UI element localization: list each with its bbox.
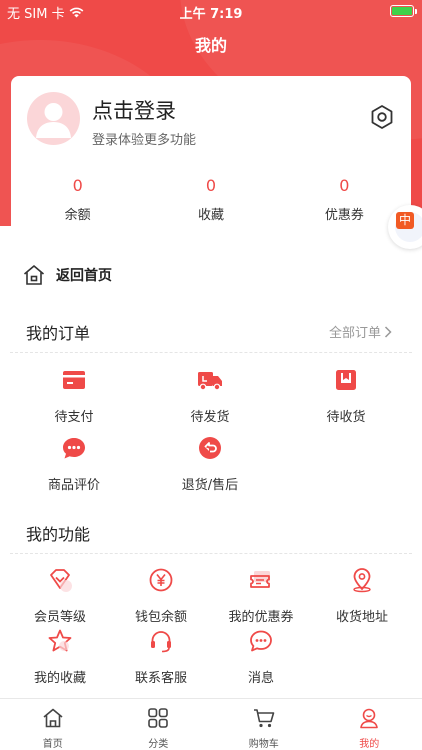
order-pending-shipment[interactable]: 待发货 <box>160 367 260 425</box>
order-label: 退货/售后 <box>181 478 239 493</box>
comment-icon <box>63 438 85 459</box>
coupon-icon <box>250 571 270 588</box>
order-review[interactable]: 商品评价 <box>24 435 124 493</box>
stats-row: 0 余额 0 收藏 0 优惠券 <box>11 176 411 223</box>
function-customer-service[interactable]: 联系客服 <box>111 628 211 686</box>
tab-home[interactable]: 首页 <box>0 699 106 750</box>
function-label: 会员等级 <box>33 610 86 625</box>
orders-title: 我的订单 <box>26 324 91 343</box>
headset-icon <box>151 631 171 653</box>
status-time: 上午 7:19 <box>179 7 243 22</box>
function-my-favorites[interactable]: 我的收藏 <box>10 628 110 686</box>
function-label: 联系客服 <box>134 671 187 686</box>
all-orders-link[interactable]: 全部订单 <box>329 322 392 341</box>
stat-value: 0 <box>339 176 350 195</box>
cart-icon <box>253 709 275 728</box>
order-return-aftersale[interactable]: 退货/售后 <box>160 435 260 493</box>
all-orders-label: 全部订单 <box>328 326 381 341</box>
divider <box>10 352 412 353</box>
status-bar: 无 SIM 卡 上午 7:19 <box>0 0 422 22</box>
yen-icon <box>149 568 173 592</box>
tab-category[interactable]: 分类 <box>106 699 212 750</box>
order-pending-receipt[interactable]: 待收货 <box>296 367 396 425</box>
profile-card: 点击登录 登录体验更多功能 0 余额 0 收藏 0 优惠券 <box>11 76 411 240</box>
stat-label: 收藏 <box>197 208 224 223</box>
function-label: 我的优惠券 <box>228 610 294 625</box>
login-subtitle: 登录体验更多功能 <box>92 133 197 148</box>
message-icon <box>250 630 272 652</box>
diamond-icon <box>50 569 72 592</box>
tab-label: 分类 <box>148 739 169 750</box>
star-icon <box>48 629 72 652</box>
truck-icon <box>198 372 222 391</box>
avatar-placeholder-icon <box>36 103 71 138</box>
user-icon <box>360 708 379 729</box>
order-label: 待收货 <box>326 410 366 425</box>
floating-assistant-button[interactable]: 中 <box>388 205 422 249</box>
home-icon <box>43 708 63 728</box>
tab-mine[interactable]: 我的 <box>317 699 422 750</box>
function-wallet-balance[interactable]: 钱包余额 <box>111 567 211 625</box>
tab-label: 首页 <box>42 739 63 750</box>
card-icon <box>63 371 85 389</box>
order-label: 待发货 <box>190 410 230 425</box>
function-shipping-address[interactable]: 收货地址 <box>312 567 412 625</box>
house-icon <box>23 265 45 285</box>
chinese-input-badge: 中 <box>396 212 414 229</box>
tab-label: 我的 <box>359 739 380 750</box>
stat-value: 0 <box>205 176 217 195</box>
battery-icon <box>390 5 417 17</box>
stat-balance[interactable]: 0 余额 <box>11 176 144 223</box>
function-messages[interactable]: 消息 <box>211 628 311 686</box>
function-member-level[interactable]: 会员等级 <box>10 567 110 625</box>
function-label: 我的收藏 <box>33 671 86 686</box>
stat-value: 0 <box>72 176 83 195</box>
functions-title: 我的功能 <box>26 525 91 544</box>
order-pending-payment[interactable]: 待支付 <box>24 367 124 425</box>
bottom-tab-bar: 首页 分类 购物车 我的 <box>0 698 422 750</box>
category-icon <box>148 708 169 728</box>
back-home-label: 返回首页 <box>56 268 112 284</box>
avatar[interactable] <box>27 92 80 145</box>
stat-favorites[interactable]: 0 收藏 <box>144 176 277 223</box>
return-icon <box>199 437 221 459</box>
function-label: 收货地址 <box>335 610 388 625</box>
page-title: 我的 <box>194 36 227 55</box>
order-label: 商品评价 <box>47 478 100 493</box>
chevron-right-icon <box>384 325 392 338</box>
function-label: 消息 <box>247 671 274 686</box>
back-home-row[interactable]: 返回首页 <box>22 263 112 287</box>
stat-label: 余额 <box>64 208 91 223</box>
function-label: 钱包余额 <box>134 610 187 625</box>
tab-label: 购物车 <box>248 739 279 750</box>
function-my-coupons[interactable]: 我的优惠券 <box>211 567 311 625</box>
location-icon <box>353 568 371 593</box>
tab-cart[interactable]: 购物车 <box>211 699 317 750</box>
settings-icon[interactable] <box>369 104 395 130</box>
login-title[interactable]: 点击登录 <box>92 95 176 125</box>
package-icon <box>336 370 356 390</box>
divider <box>10 553 412 554</box>
order-label: 待支付 <box>54 410 94 425</box>
